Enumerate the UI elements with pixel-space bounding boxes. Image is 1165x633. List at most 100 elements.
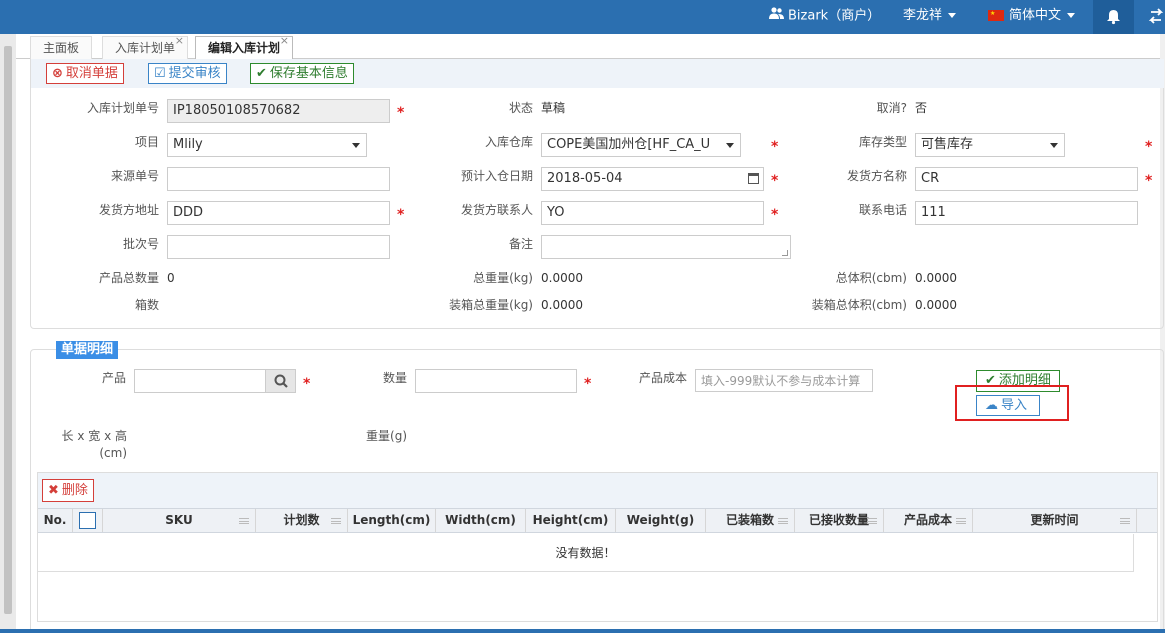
source-no-input[interactable] [167,167,390,191]
status-value: 草稿 [541,101,566,115]
column-header-width[interactable]: Width(cm) [436,509,526,532]
org-menu[interactable]: Bizark（商户） [769,0,880,34]
column-header-received-qty[interactable]: 已接收数量 [795,509,884,532]
button-label: 提交审核 [168,66,221,81]
button-label: 删除 [61,483,88,498]
eta-label: 预计入仓日期 [460,169,533,183]
qty-input[interactable] [415,369,577,393]
shipper-name-label: 发货方名称 [846,169,907,183]
org-label: Bizark（商户） [788,8,881,24]
resize-handle-icon[interactable] [782,250,788,256]
required-mark: * [397,207,405,223]
table-header: No. SKU 计划数 Length(cm) Width(cm) Height(… [38,508,1157,533]
required-mark: * [397,105,405,121]
column-header-packed-cartons[interactable]: 已装箱数 [706,509,795,532]
tab-inbound-plan-list[interactable]: 入库计划单 × [102,34,189,59]
left-scrollbar[interactable] [0,34,16,633]
column-label: Length(cm) [352,513,431,527]
detail-legend: 单据明细 [56,341,119,359]
delete-button[interactable]: ✖ 删除 [42,479,94,502]
chevron-down-icon [726,143,734,148]
project-label: 项目 [134,135,159,149]
chevron-down-icon [1050,143,1058,148]
batch-no-label: 批次号 [122,237,159,251]
product-label: 产品 [101,371,126,385]
warehouse-label: 入库仓库 [484,135,533,149]
check-icon: ✔ [256,66,267,81]
column-header-length[interactable]: Length(cm) [348,509,436,532]
user-name: 李龙祥 [903,8,943,23]
required-mark: * [1145,173,1153,189]
column-header-planned-qty[interactable]: 计划数 [256,509,348,532]
notification-button[interactable] [1093,0,1134,34]
save-basic-info-button[interactable]: ✔ 保存基本信息 [250,63,354,84]
stock-type-label: 库存类型 [858,135,907,149]
menu-icon[interactable] [1120,518,1130,524]
project-select[interactable]: Mlily [167,133,367,157]
column-label: Weight(g) [626,513,695,527]
cost-input[interactable]: 填入-999默认不参与成本计算 [695,369,873,392]
language-menu[interactable]: ★ 简体中文 [988,0,1076,34]
tab-dashboard[interactable]: 主面板 [30,36,93,59]
search-button[interactable] [265,370,295,392]
menu-icon[interactable] [867,518,877,524]
tab-label: 主面板 [43,41,80,55]
close-icon: ✖ [48,483,59,498]
language-label: 简体中文 [1009,8,1062,23]
batch-no-input[interactable] [167,235,390,259]
swap-button[interactable] [1142,0,1165,34]
column-header-updated-at[interactable]: 更新时间 [973,509,1137,532]
table-toolbar: ✖ 删除 [38,473,1157,508]
submit-review-button[interactable]: ☑ 提交审核 [148,63,227,84]
shipper-address-input[interactable]: DDD [167,201,390,225]
close-icon[interactable]: × [280,30,289,52]
shipper-address-label: 发货方地址 [98,203,159,217]
shipper-contact-label: 发货方联系人 [460,203,533,217]
swap-icon [1148,8,1164,24]
bottom-border [0,629,1165,633]
menu-icon[interactable] [778,518,788,524]
user-menu[interactable]: 李龙祥 [903,0,957,34]
button-label: 保存基本信息 [269,66,348,81]
warehouse-select[interactable]: COPE美国加州仓[HF_CA_U [541,133,741,157]
column-header-no[interactable]: No. [38,509,73,532]
required-mark: * [1145,139,1153,155]
cost-label: 产品成本 [638,371,687,385]
select-all-checkbox[interactable] [79,512,96,529]
calendar-icon[interactable] [748,173,759,184]
remark-textarea[interactable] [541,235,791,259]
users-icon [769,0,784,32]
column-label: 已接收数量 [808,513,869,527]
column-header-sku[interactable]: SKU [103,509,256,532]
menu-icon[interactable] [956,518,966,524]
column-header-product-cost[interactable]: 产品成本 [884,509,973,532]
remark-label: 备注 [508,237,533,251]
column-header-weight[interactable]: Weight(g) [616,509,706,532]
column-label: Width(cm) [445,513,516,527]
close-icon[interactable]: × [175,30,184,52]
eta-date-input[interactable]: 2018-05-04 [541,167,764,191]
tab-edit-inbound-plan[interactable]: 编辑入库计划 × [195,34,294,60]
column-header-select [73,509,103,532]
product-search-input[interactable] [134,369,296,393]
stock-type-select[interactable]: 可售库存 [915,133,1065,157]
scrollbar-thumb[interactable] [4,46,12,614]
column-header-height[interactable]: Height(cm) [526,509,616,532]
edit-check-icon: ☑ [154,66,166,81]
total-qty-value: 0 [167,271,175,285]
total-weight-label: 总重量(kg) [473,271,533,285]
required-mark: * [303,376,311,392]
column-label: No. [43,513,67,527]
cancel-order-button[interactable]: ⊗ 取消单据 [46,63,124,84]
tab-label: 入库计划单 [115,41,176,55]
shipper-name-input[interactable]: CR [915,167,1138,191]
shipper-contact-input[interactable]: YO [541,201,764,225]
cancelled-value: 否 [915,101,928,115]
phone-input[interactable]: 111 [915,201,1138,225]
chevron-down-icon [948,13,957,18]
menu-icon[interactable] [239,518,249,524]
required-mark: * [584,376,592,392]
form-toolbar: ⊗ 取消单据 ☑ 提交审核 ✔ 保存基本信息 [31,59,1164,88]
weight-label: 重量(g) [366,429,407,443]
menu-icon[interactable] [331,518,341,524]
